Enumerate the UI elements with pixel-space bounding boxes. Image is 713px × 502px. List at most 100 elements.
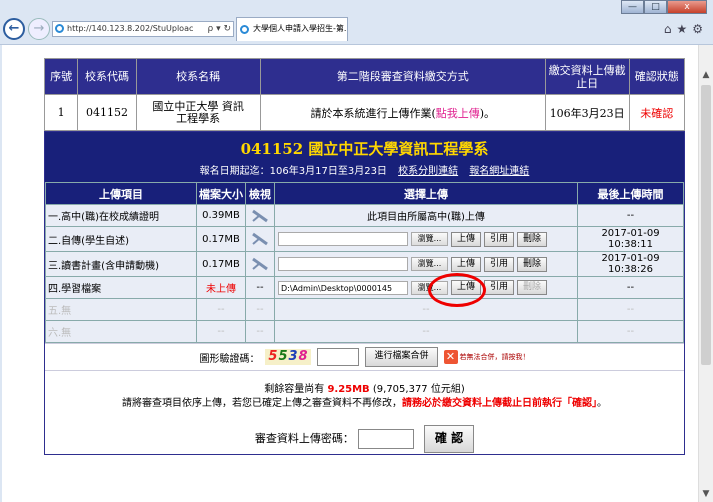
row-seq: 1 bbox=[43, 94, 79, 131]
col-size: 檔案大小 bbox=[196, 182, 246, 205]
table-row: 五.無 -- -- -- -- bbox=[45, 298, 684, 321]
view-cell bbox=[245, 226, 275, 252]
instruction-line: 請將審查項目依序上傳，若您已確定上傳之審查資料不再修改，請務必於繳交資料上傳截止… bbox=[45, 397, 684, 411]
close-window-button[interactable]: x bbox=[667, 0, 707, 14]
merge-fail-text: 若無法合併，請按我！ bbox=[459, 353, 530, 361]
upload-button[interactable]: 上傳 bbox=[451, 231, 482, 247]
captcha-label: 圖形驗證碼： bbox=[199, 353, 260, 365]
notice-area: 剩餘容量尚有 9.25MB (9,705,377 位元組) 請將審查項目依序上傳… bbox=[45, 370, 684, 453]
select-cell: 瀏覽... 上傳 引用 刪除 bbox=[274, 251, 578, 277]
table-row: 二.自傳(學生自述) 0.17MB 瀏覽... 上傳 引用 刪除 2017-01… bbox=[45, 226, 684, 252]
col-status: 確認狀態 bbox=[628, 58, 686, 95]
tab-title: 大學個人申請入學招生-第... bbox=[253, 24, 348, 33]
item-label: 一.高中(職)在校成績證明 bbox=[45, 204, 197, 227]
vertical-scrollbar[interactable]: ▲ ▼ bbox=[698, 45, 713, 502]
instruction-suffix: 。 bbox=[597, 398, 607, 409]
select-text: -- bbox=[274, 320, 578, 343]
cite-button[interactable]: 引用 bbox=[484, 280, 515, 295]
item-size: -- bbox=[196, 320, 246, 343]
capacity-bytes: (9,705,377 位元組) bbox=[372, 384, 465, 395]
minimize-button[interactable]: — bbox=[621, 0, 644, 14]
browser-toolbar: ← → http://140.123.8.202/StuUploac ρ ▾ ↻… bbox=[0, 14, 713, 45]
delete-button[interactable]: 刪除 bbox=[517, 280, 548, 295]
upload-button[interactable]: 上傳 bbox=[451, 256, 482, 272]
error-x-icon: ✕ bbox=[443, 350, 458, 364]
maximize-button[interactable]: □ bbox=[644, 0, 667, 14]
tab-ie-icon bbox=[240, 25, 249, 34]
item-size: 0.17MB bbox=[196, 251, 246, 277]
favorites-star-icon[interactable]: ★ bbox=[676, 22, 687, 36]
delete-button[interactable]: 刪除 bbox=[517, 256, 548, 272]
delete-button[interactable]: 刪除 bbox=[517, 231, 548, 247]
col-name: 校系名稱 bbox=[135, 58, 261, 95]
upload-table: 上傳項目 檔案大小 檢視 選擇上傳 最後上傳時間 一.高中(職)在校成績證明 0… bbox=[45, 182, 684, 343]
upload-link[interactable]: 點我上傳 bbox=[436, 107, 480, 120]
item-size: 未上傳 bbox=[196, 276, 246, 299]
highlight-circle-annotation bbox=[428, 273, 486, 307]
back-button[interactable]: ← bbox=[3, 18, 25, 40]
upload-time: -- bbox=[577, 298, 684, 321]
view-pen-icon[interactable] bbox=[251, 232, 269, 246]
captcha-image: 5538 bbox=[265, 349, 312, 365]
view-pen-icon[interactable] bbox=[251, 209, 269, 223]
merge-files-button[interactable]: 進行檔案合併 bbox=[365, 347, 438, 367]
upload-time: -- bbox=[577, 320, 684, 343]
table-row: 一.高中(職)在校成績證明 0.39MB 此項目由所屬高中(職)上傳 -- bbox=[45, 204, 684, 227]
row-deadline: 106年3月23日 bbox=[544, 94, 630, 131]
tab-close-icon[interactable]: × bbox=[336, 18, 343, 40]
view-cell: -- bbox=[245, 276, 275, 299]
captcha-char: 3 bbox=[288, 349, 299, 364]
captcha-input[interactable] bbox=[317, 348, 360, 366]
panel-title: 041152 國立中正大學資訊工程學系 bbox=[240, 140, 489, 158]
captcha-char: 5 bbox=[278, 349, 289, 364]
address-bar[interactable]: http://140.123.8.202/StuUploac ρ ▾ ↻ bbox=[52, 21, 234, 37]
settings-gear-icon[interactable]: ⚙ bbox=[692, 22, 703, 36]
file-input[interactable]: D:\Admin\Desktop\0000145 bbox=[278, 280, 408, 295]
upload-time: 2017-01-09 10:38:11 bbox=[577, 226, 684, 252]
row-status[interactable]: 未確認 bbox=[628, 94, 686, 131]
item-label: 六.無 bbox=[45, 320, 197, 343]
password-label: 審查資料上傳密碼： bbox=[254, 432, 354, 445]
file-input[interactable] bbox=[278, 232, 408, 246]
registration-period: 報名日期起迄：106年3月17日至3月23日 bbox=[199, 166, 387, 177]
scroll-up-arrow-icon[interactable]: ▲ bbox=[699, 67, 713, 83]
browse-button[interactable]: 瀏覽... bbox=[411, 232, 448, 246]
item-label: 二.自傳(學生自述) bbox=[45, 226, 197, 252]
row-name: 國立中正大學 資訊工程學系 bbox=[135, 94, 261, 131]
upload-time: -- bbox=[577, 204, 684, 227]
ie-icon bbox=[55, 24, 64, 33]
view-cell bbox=[245, 251, 275, 277]
view-pen-icon[interactable] bbox=[251, 257, 269, 271]
rules-link[interactable]: 校系分則連結 bbox=[398, 166, 458, 177]
home-icon[interactable]: ⌂ bbox=[664, 22, 672, 36]
item-label: 三.讀書計畫(含申請動機) bbox=[45, 251, 197, 277]
browse-button[interactable]: 瀏覽... bbox=[411, 257, 448, 271]
browser-tab[interactable]: 大學個人申請入學招生-第... × bbox=[236, 17, 348, 41]
upload-password-input[interactable] bbox=[357, 429, 414, 449]
capacity-value: 9.25MB bbox=[327, 384, 370, 395]
cite-button[interactable]: 引用 bbox=[484, 256, 515, 272]
cite-button[interactable]: 引用 bbox=[484, 231, 515, 247]
item-label: 五.無 bbox=[45, 298, 197, 321]
item-size: 0.17MB bbox=[196, 226, 246, 252]
merge-fail-link[interactable]: ✕ 若無法合併，請按我！ bbox=[443, 350, 530, 364]
view-cell: -- bbox=[245, 320, 275, 343]
address-controls[interactable]: ρ ▾ ↻ bbox=[205, 22, 231, 36]
item-size: -- bbox=[196, 298, 246, 321]
instruction-prefix: 請將審查項目依序上傳，若您已確定上傳之審查資料不再修改， bbox=[122, 398, 402, 409]
item-size: 0.39MB bbox=[196, 204, 246, 227]
panel-header: 041152 國立中正大學資訊工程學系 報名日期起迄：106年3月17日至3月2… bbox=[45, 132, 684, 182]
scroll-down-arrow-icon[interactable]: ▼ bbox=[699, 486, 713, 502]
file-input[interactable] bbox=[278, 257, 408, 271]
table-row: 六.無 -- -- -- -- bbox=[45, 320, 684, 343]
forward-button[interactable]: → bbox=[28, 18, 50, 40]
confirm-button[interactable]: 確 認 bbox=[423, 425, 475, 453]
row-method: 請於本系統進行上傳作業(點我上傳)。 bbox=[259, 94, 546, 131]
registration-link[interactable]: 報名網址連結 bbox=[469, 166, 529, 177]
scroll-thumb[interactable] bbox=[701, 85, 711, 365]
table-row: 三.讀書計畫(含申請動機) 0.17MB 瀏覽... 上傳 引用 刪除 2017… bbox=[45, 251, 684, 277]
item-label: 四.學習檔案 bbox=[45, 276, 197, 299]
table-row: 四.學習檔案 未上傳 -- D:\Admin\Desktop\0000145 瀏… bbox=[45, 276, 684, 299]
capacity-prefix: 剩餘容量尚有 bbox=[264, 384, 325, 395]
instruction-warning: 請務必於繳交資料上傳截止日前執行「確認」 bbox=[402, 398, 597, 409]
